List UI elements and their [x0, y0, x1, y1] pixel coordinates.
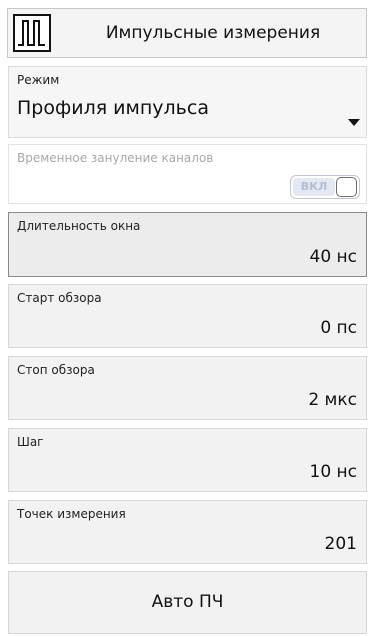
- pulse-train-icon: [13, 14, 51, 52]
- scan-start-label: Старт обзора: [17, 291, 102, 305]
- scan-stop-value: 2 мкс: [308, 390, 357, 410]
- step-label: Шаг: [17, 435, 44, 449]
- scan-stop-field[interactable]: Стоп обзора 2 мкс: [8, 356, 367, 420]
- window-duration-field[interactable]: Длительность окна 40 нс: [8, 212, 367, 277]
- window-duration-label: Длительность окна: [17, 219, 141, 233]
- mode-label: Режим: [17, 73, 60, 87]
- panel-header: Импульсные измерения: [7, 8, 367, 58]
- toggle-on-text: ВКЛ: [293, 178, 335, 196]
- pulse-measurements-panel: Импульсные измерения Режим Профиля импул…: [0, 0, 371, 637]
- channel-zeroing-label: Временное зануление каналов: [17, 151, 214, 165]
- measurement-points-label: Точек измерения: [17, 507, 126, 521]
- scan-stop-label: Стоп обзора: [17, 363, 95, 377]
- channel-zeroing-toggle[interactable]: ВКЛ: [290, 175, 360, 199]
- scan-start-value: 0 пс: [320, 318, 357, 338]
- measurement-points-value: 201: [324, 534, 357, 554]
- mode-value: Профиля импульса: [17, 97, 209, 119]
- step-value: 10 нс: [309, 462, 358, 482]
- window-duration-value: 40 нс: [309, 247, 358, 267]
- toggle-knob: [336, 177, 357, 197]
- measurement-points-field[interactable]: Точек измерения 201: [8, 500, 367, 564]
- step-field[interactable]: Шаг 10 нс: [8, 428, 367, 492]
- scan-start-field[interactable]: Старт обзора 0 пс: [8, 284, 367, 348]
- dropdown-arrow-icon: [348, 119, 360, 126]
- panel-title: Импульсные измерения: [105, 23, 321, 43]
- channel-zeroing-setting: Временное зануление каналов ВКЛ: [8, 144, 367, 204]
- mode-select[interactable]: Режим Профиля импульса: [8, 66, 367, 138]
- auto-if-button[interactable]: Авто ПЧ: [8, 571, 367, 634]
